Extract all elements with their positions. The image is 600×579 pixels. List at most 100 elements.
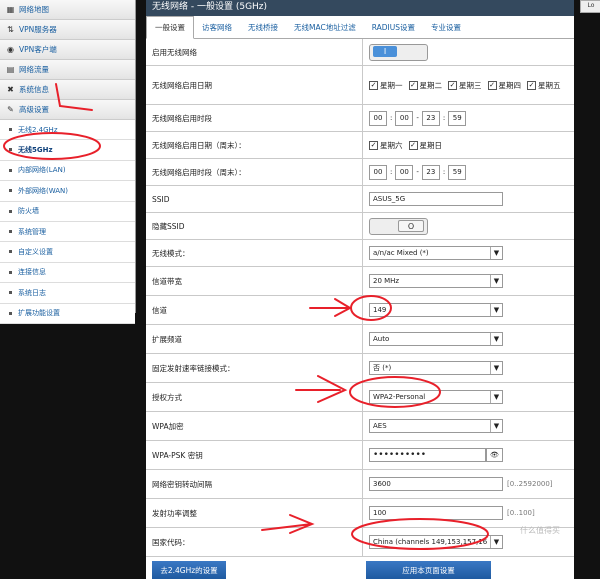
day-checkbox[interactable]: ✓ 星期四: [487, 80, 521, 91]
key-interval-input[interactable]: 3600: [369, 477, 503, 491]
time-dash: -: [416, 168, 419, 176]
sidebar-item-label: 网络流量: [19, 65, 49, 74]
start-hour-input[interactable]: 00: [369, 110, 387, 126]
tx-power-input[interactable]: 100: [369, 506, 503, 520]
footer: 去2.4GHz的设置 应用本页面设置: [146, 561, 574, 579]
sidebar: ▦ 网络地图 ⇅ VPN服务器 ◉ VPN客户端 ▤ 网络流量 ✖ 系统信息 ✎ 高级设置 无线2.4G…: [0, 0, 136, 324]
label-hide-ssid: 隐藏SSID: [146, 213, 363, 239]
network-map-icon: ▦: [6, 5, 15, 14]
label-ext-channel: 扩展频道: [146, 325, 363, 353]
select-value: WPA2-Personal: [373, 393, 426, 401]
tab-4[interactable]: RADIUS设置: [364, 16, 423, 38]
toggle-knob: I: [373, 45, 397, 57]
end-hour-input[interactable]: 23: [421, 110, 440, 126]
chevron-down-icon: ▼: [490, 391, 502, 403]
select-value: 否 (*): [373, 364, 392, 372]
sidebar-item-5[interactable]: ✎ 高级设置: [0, 100, 135, 120]
wireless-mode-select[interactable]: a/n/ac Mixed (*) ▼: [369, 246, 503, 260]
checkmark-icon: ✓: [527, 80, 536, 90]
row-mode: 无线模式： a/n/ac Mixed (*) ▼: [146, 240, 574, 267]
row-enable-time: 无线网络启用时段 00: 00- 23: 59: [146, 105, 574, 132]
page-title: 无线网络 - 一般设置 (5GHz): [146, 0, 574, 16]
sidebar-subitem-4[interactable]: 防火墙: [0, 201, 135, 222]
sidebar-item-0[interactable]: ▦ 网络地图: [0, 0, 135, 20]
sidebar-subitem-9[interactable]: 扩展功能设置: [0, 303, 135, 324]
toggle-knob: O: [398, 219, 424, 232]
day-checkbox[interactable]: ✓ 星期六: [369, 140, 403, 151]
weekend-start-hour-input[interactable]: 00: [369, 164, 387, 180]
tab-1[interactable]: 访客网络: [194, 16, 240, 38]
psk-input[interactable]: ••••••••••: [369, 448, 486, 462]
row-wpa-enc: WPA加密 AES ▼: [146, 412, 574, 441]
vpn-server-icon: ⇅: [7, 25, 14, 34]
sidebar-item-3[interactable]: ▤ 网络流量: [0, 60, 135, 80]
checkmark-icon: ✓: [408, 80, 418, 90]
label-enable-time: 无线网络启用时段: [146, 105, 363, 131]
checkmark-icon: ✓: [408, 140, 418, 150]
weekend-end-hour-input[interactable]: 23: [421, 164, 440, 180]
sidebar-item-label: 网络地图: [19, 5, 49, 14]
checkmark-icon: ✓: [448, 80, 457, 90]
enable-wireless-toggle[interactable]: I: [369, 43, 428, 61]
sidebar-item-label: VPN服务器: [19, 25, 57, 34]
sidebar-subitem-0[interactable]: 无线2.4GHz: [0, 120, 135, 141]
sidebar-subitem-2[interactable]: 内部网络(LAN): [0, 160, 135, 182]
row-bandwidth: 信道带宽 20 MHz ▼: [146, 267, 574, 296]
sidebar-item-4[interactable]: ✖ 系统信息: [0, 80, 135, 100]
day-checkbox[interactable]: ✓ 星期二: [408, 80, 442, 91]
end-minute-input[interactable]: 59: [448, 110, 467, 126]
fixed-rate-select[interactable]: 否 (*) ▼: [369, 361, 503, 375]
label-weekend-days: 无线网络启用日期（周末）：: [146, 132, 363, 158]
sidebar-item-2[interactable]: ◉ VPN客户端: [0, 40, 135, 60]
day-checkbox[interactable]: ✓ 星期五: [527, 80, 561, 91]
hide-ssid-toggle[interactable]: O: [369, 217, 428, 235]
tab-0[interactable]: 一般设置: [146, 16, 194, 39]
select-value: Auto: [373, 335, 390, 343]
ext-channel-select[interactable]: Auto ▼: [369, 332, 503, 346]
sidebar-item-label: 高级设置: [19, 105, 49, 114]
chevron-down-icon: ▼: [490, 362, 502, 374]
time-dash: -: [416, 114, 419, 122]
sidebar-subitem-6[interactable]: 自定义设置: [0, 242, 135, 263]
day-checkbox[interactable]: ✓ 星期三: [448, 80, 482, 91]
day-checkbox[interactable]: ✓ 星期日: [408, 140, 442, 151]
goto-24ghz-button[interactable]: 去2.4GHz的设置: [152, 561, 226, 579]
day-checkbox[interactable]: ✓ 星期一: [369, 80, 403, 91]
tab-2[interactable]: 无线桥接: [240, 16, 286, 38]
label-tx-power: 发射功率调整: [146, 499, 363, 527]
checkmark-icon: ✓: [369, 80, 378, 90]
logout-button[interactable]: Lo: [580, 0, 600, 13]
tab-bar: 一般设置 访客网络 无线桥接 无线MAC地址过滤 RADIUS设置 专业设置: [146, 16, 574, 39]
checkmark-icon: ✓: [487, 80, 497, 90]
sidebar-item-1[interactable]: ⇅ VPN服务器: [0, 20, 135, 40]
select-value: 149: [373, 306, 387, 314]
chevron-down-icon: ▼: [490, 304, 502, 316]
weekend-end-minute-input[interactable]: 59: [448, 164, 467, 180]
channel-select[interactable]: 149 ▼: [369, 303, 503, 317]
bandwidth-select[interactable]: 20 MHz ▼: [369, 274, 503, 288]
row-channel: 信道 149 ▼: [146, 296, 574, 325]
tab-5[interactable]: 专业设置: [423, 16, 469, 38]
select-value: China (channels 149,153,157,16: [373, 538, 488, 546]
row-ssid: SSID ASUS_5G: [146, 186, 574, 213]
weekend-start-minute-input[interactable]: 00: [395, 164, 414, 180]
sidebar-subitem-5[interactable]: 系统管理: [0, 221, 135, 243]
eye-icon[interactable]: 👁: [486, 448, 503, 462]
wpa-encryption-select[interactable]: AES ▼: [369, 419, 503, 433]
label-fixed-rate: 固定发射速率链接模式：: [146, 354, 363, 382]
ssid-input[interactable]: ASUS_5G: [369, 192, 503, 206]
time-colon: :: [442, 168, 446, 176]
label-ssid: SSID: [146, 186, 363, 212]
country-code-select[interactable]: China (channels 149,153,157,16 ▼: [369, 535, 503, 549]
sidebar-subitem-3[interactable]: 外部网络(WAN): [0, 181, 135, 202]
row-ext-channel: 扩展频道 Auto ▼: [146, 325, 574, 354]
tab-3[interactable]: 无线MAC地址过滤: [286, 16, 364, 38]
auth-method-select[interactable]: WPA2-Personal ▼: [369, 390, 503, 404]
apply-button[interactable]: 应用本页面设置: [366, 561, 491, 579]
time-colon: :: [442, 114, 446, 122]
sidebar-subitem-8[interactable]: 系统日志: [0, 283, 135, 304]
sidebar-subitem-1[interactable]: 无线5GHz: [0, 140, 135, 161]
label-mode: 无线模式：: [146, 240, 363, 266]
sidebar-subitem-7[interactable]: 连接信息: [0, 262, 135, 284]
start-minute-input[interactable]: 00: [395, 110, 414, 126]
